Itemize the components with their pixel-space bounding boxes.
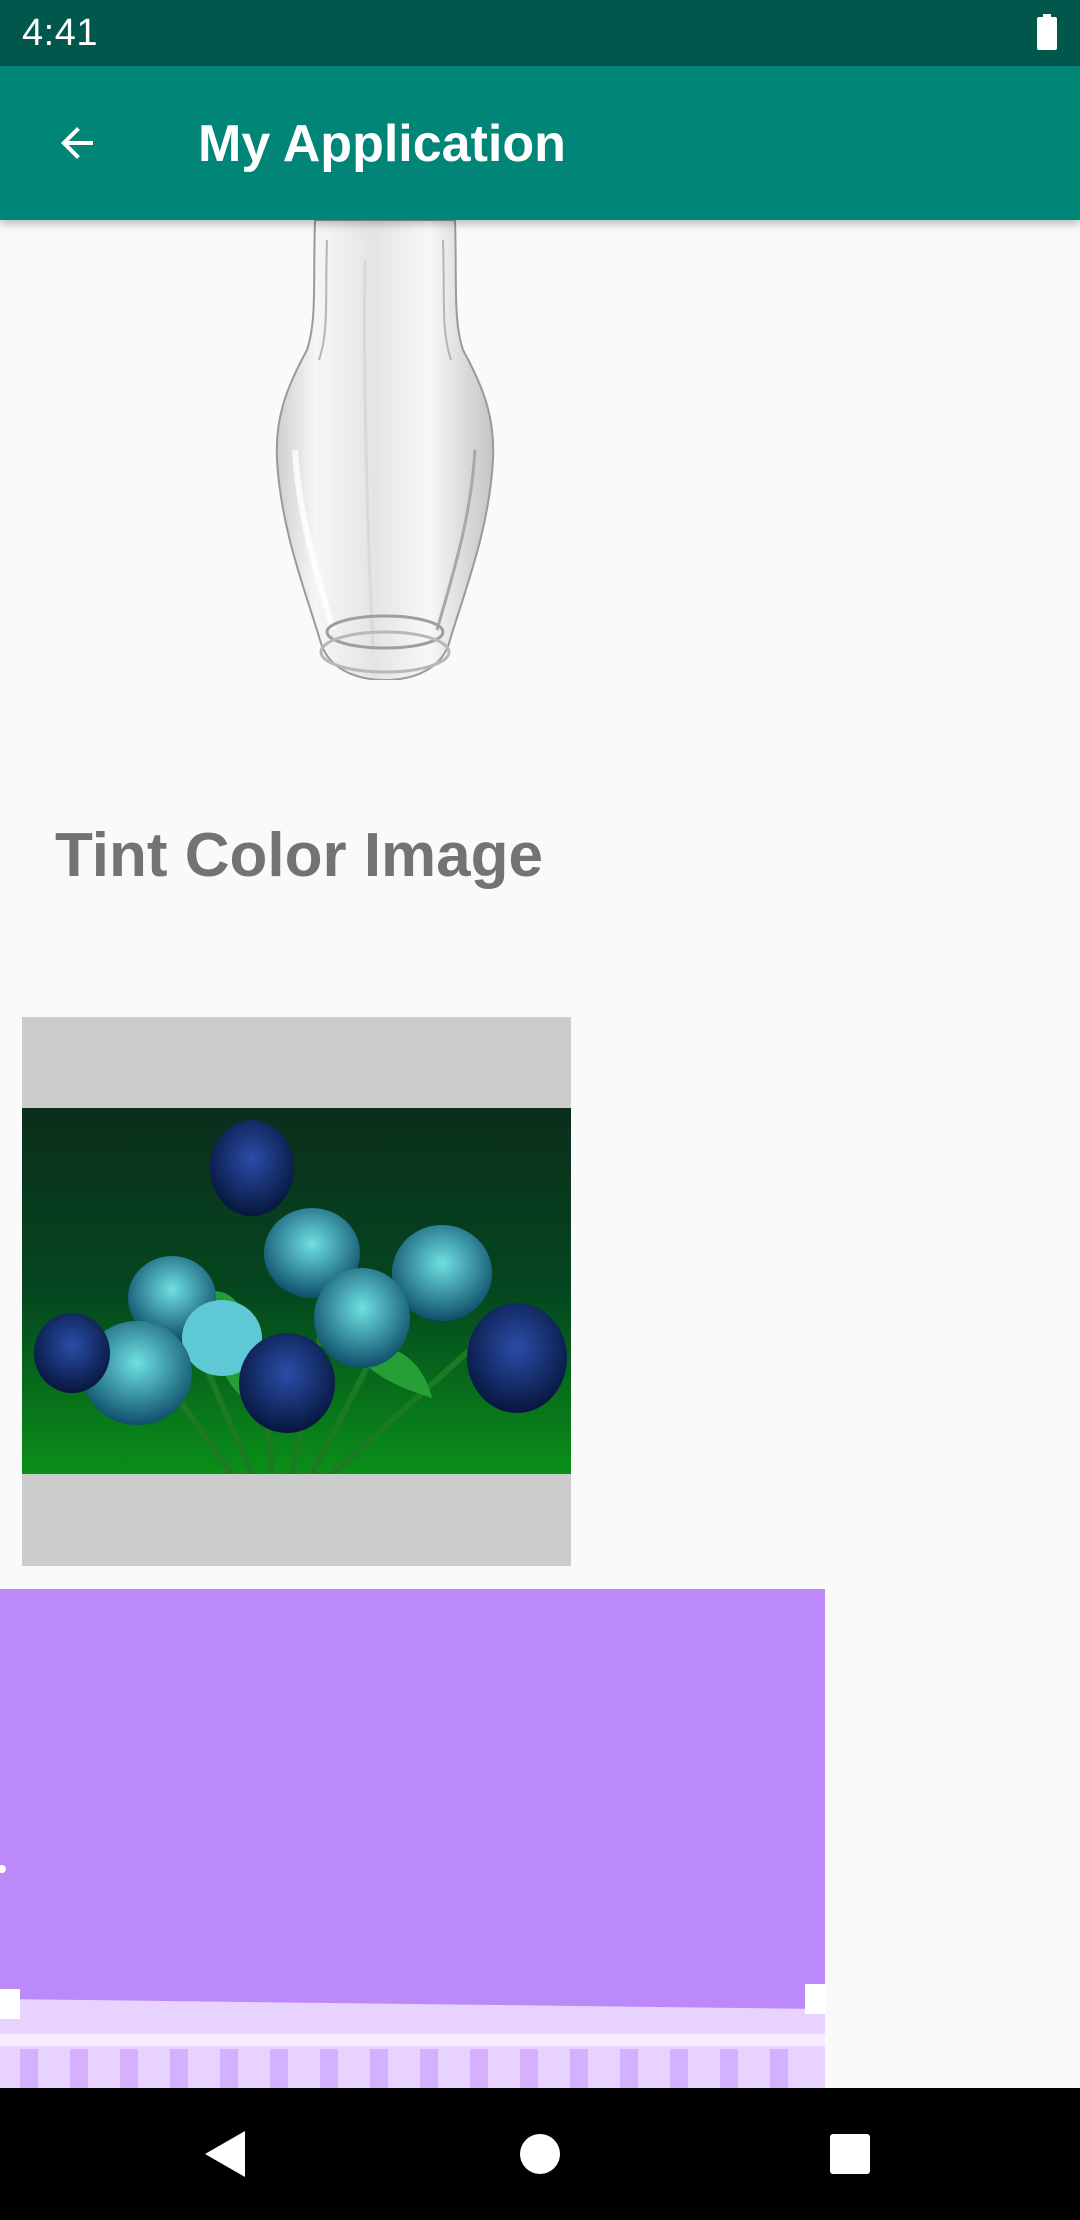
nav-recents-icon [830, 2134, 870, 2174]
nav-home-button[interactable] [510, 2124, 570, 2184]
tinted-image-frame [22, 1017, 571, 1566]
nav-home-icon [520, 2134, 560, 2174]
status-bar: 4:41 [0, 0, 1080, 66]
nav-recents-button[interactable] [820, 2124, 880, 2184]
status-time: 4:41 [22, 12, 98, 54]
app-bar: My Application [0, 66, 1080, 220]
app-title: My Application [198, 115, 566, 173]
battery-full-icon [1037, 14, 1057, 50]
tinted-tulips-image [22, 1108, 571, 1474]
scroll-content[interactable]: Tint Color Image [0, 220, 1080, 2088]
back-button[interactable] [40, 106, 114, 180]
nav-back-button[interactable] [195, 2124, 255, 2184]
balustrade-graphic [0, 1865, 825, 2088]
arrow-back-icon [61, 127, 93, 159]
navigation-bar [0, 2088, 1080, 2220]
glass-vase-image [275, 220, 495, 680]
nav-back-icon [205, 2131, 245, 2177]
section-title: Tint Color Image [55, 821, 544, 890]
purple-tinted-building-image [0, 1589, 825, 2088]
